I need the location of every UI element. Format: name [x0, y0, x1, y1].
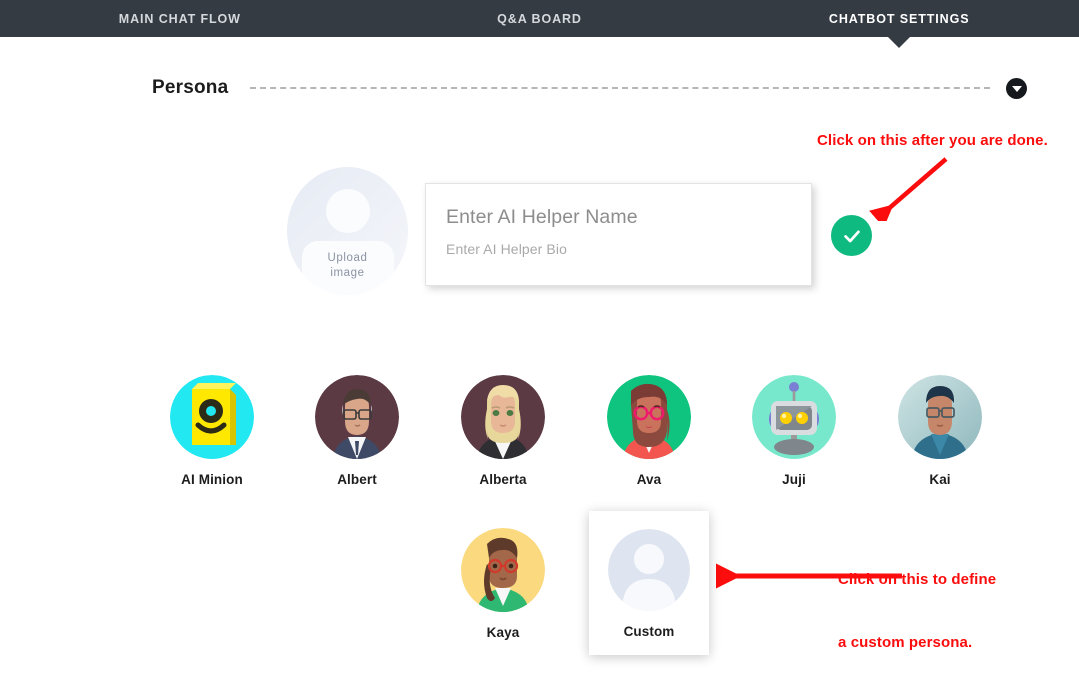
persona-label: Alberta: [479, 472, 527, 487]
user-placeholder-icon-head: [325, 189, 370, 233]
upload-label-line2: image: [330, 267, 365, 279]
top-navigation-bar: MAIN CHAT FLOW Q&A BOARD CHATBOT SETTING…: [0, 0, 1079, 48]
persona-option-ai-minion[interactable]: AI Minion: [152, 375, 272, 487]
persona-label: Custom: [623, 624, 675, 639]
confirm-save-button[interactable]: [831, 215, 872, 256]
check-icon: [843, 230, 860, 242]
persona-label: AI Minion: [181, 472, 243, 487]
persona-option-custom[interactable]: Custom: [589, 511, 709, 655]
tab-main-chat-flow[interactable]: MAIN CHAT FLOW: [0, 0, 360, 37]
active-tab-pointer-icon: [888, 37, 911, 48]
tab-label: MAIN CHAT FLOW: [118, 11, 241, 26]
tab-label: Q&A BOARD: [497, 11, 582, 26]
persona-label: Kaya: [486, 625, 520, 640]
ai-helper-bio-input[interactable]: Enter AI Helper Bio: [446, 241, 791, 257]
juji-avatar: [752, 375, 836, 459]
persona-label: Kai: [929, 472, 951, 487]
page-title: Persona: [152, 77, 229, 98]
persona-option-ava[interactable]: Ava: [589, 375, 709, 487]
persona-details-card: Enter AI Helper Name Enter AI Helper Bio: [425, 183, 812, 286]
alberta-avatar: [461, 375, 545, 459]
annotation-line2: a custom persona.: [838, 634, 973, 651]
upload-label-line1: Upload: [327, 252, 368, 264]
kai-avatar: [898, 375, 982, 459]
upload-image-label: Upload image: [287, 251, 408, 281]
annotation-arrow-to-custom-icon: [716, 563, 902, 589]
albert-avatar: [315, 375, 399, 459]
tab-qa-board[interactable]: Q&A BOARD: [360, 0, 720, 37]
persona-option-kaya[interactable]: Kaya: [443, 528, 563, 640]
persona-section-header: Persona: [0, 72, 1079, 104]
custom-placeholder-avatar: [608, 529, 690, 611]
persona-option-alberta[interactable]: Alberta: [443, 375, 563, 487]
upload-image-button[interactable]: Upload image: [287, 167, 408, 295]
persona-label: Juji: [782, 472, 806, 487]
persona-label: Ava: [636, 472, 662, 487]
annotation-arrow-to-confirm-icon: [869, 157, 948, 221]
header-divider: [250, 87, 990, 89]
tab-chatbot-settings[interactable]: CHATBOT SETTINGS: [719, 0, 1079, 48]
persona-option-albert[interactable]: Albert: [297, 375, 417, 487]
chevron-glyph: [1011, 85, 1022, 92]
annotation-custom-note: Click on this to define a custom persona…: [838, 527, 996, 674]
tab-label: CHATBOT SETTINGS: [828, 11, 970, 26]
chevron-down-icon[interactable]: [1006, 77, 1027, 99]
persona-option-kai[interactable]: Kai: [880, 375, 1000, 487]
persona-label: Albert: [337, 472, 377, 487]
persona-option-juji[interactable]: Juji: [734, 375, 854, 487]
kaya-avatar: [461, 528, 545, 612]
ava-avatar: [607, 375, 691, 459]
ai-helper-name-input[interactable]: Enter AI Helper Name: [446, 206, 791, 229]
annotation-confirm-note: Click on this after you are done.: [817, 132, 1048, 149]
ai-minion-avatar: [170, 375, 254, 459]
